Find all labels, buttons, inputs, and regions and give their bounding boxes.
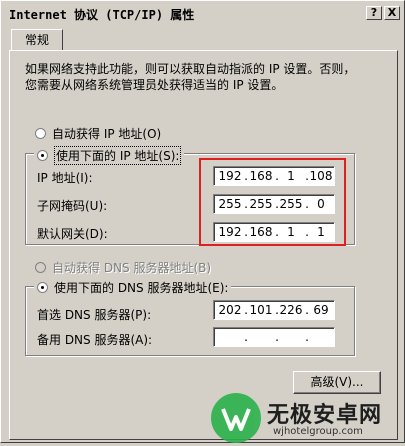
octet: 202 [218, 303, 242, 317]
intro-line-2: 您需要从网络系统管理员处获得适当的 IP 设置。 [25, 78, 284, 92]
octet-dot: . [275, 330, 279, 344]
window-title: Internet 协议 (TCP/IP) 属性 [9, 8, 195, 22]
octet: 255 [218, 197, 242, 211]
intro-text: 如果网络支持此功能，则可以获取自动指派的 IP 设置。否则， 您需要从网络系统管… [25, 61, 375, 93]
octet: 192 [218, 225, 242, 239]
watermark: 无极安卓网 wjhotelgroup.com [211, 393, 405, 444]
octet: 1 [317, 225, 325, 239]
octet: 108 [309, 169, 333, 183]
help-icon[interactable]: ? [366, 6, 382, 20]
octet: 192 [218, 169, 242, 183]
tab-strip: 常规 [1, 26, 405, 51]
octet: 101 [249, 303, 273, 317]
octet: 255 [279, 197, 303, 211]
subnet-mask-label: 子网掩码(U): [37, 199, 108, 213]
radio-checked-icon [37, 282, 48, 293]
octet: 226 [279, 303, 303, 317]
manual-dns-radio[interactable]: 使用下面的 DNS 服务器地址(E): [34, 279, 232, 296]
octet: 168 [249, 225, 273, 239]
watermark-logo-icon [211, 393, 261, 443]
octet-dot: . [244, 330, 248, 344]
manual-ip-label: 使用下面的 IP 地址(S): [54, 146, 182, 165]
octet: 255 [249, 197, 273, 211]
default-gateway-label: 默认网关(D): [37, 227, 108, 241]
close-icon[interactable]: X [384, 6, 400, 20]
intro-line-1: 如果网络支持此功能，则可以获取自动指派的 IP 设置。否则， [25, 62, 356, 76]
default-gateway-field[interactable]: 192 . 168 . 1 . 1 [213, 222, 335, 242]
auto-dns-label: 自动获得 DNS 服务器地址(B) [52, 261, 212, 275]
subnet-mask-field[interactable]: 255 . 255 . 255 . 0 [213, 194, 335, 214]
watermark-url: wjhotelgroup.com [273, 426, 363, 437]
octet: 168 [249, 169, 273, 183]
tab-general[interactable]: 常规 [11, 29, 63, 51]
auto-ip-label: 自动获得 IP 地址(O) [52, 127, 162, 141]
radio-checked-icon [37, 150, 48, 161]
watermark-name: 无极安卓网 [267, 403, 383, 428]
manual-dns-label: 使用下面的 DNS 服务器地址(E): [54, 281, 229, 295]
octet: 1 [287, 225, 295, 239]
octet-dot: . [305, 330, 309, 344]
auto-ip-radio[interactable]: 自动获得 IP 地址(O) [35, 125, 161, 142]
alternate-dns-label: 备用 DNS 服务器(A): [37, 333, 153, 347]
preferred-dns-field[interactable]: 202 . 101 . 226 . 69 [213, 300, 335, 320]
octet: 69 [313, 303, 329, 317]
preferred-dns-label: 首选 DNS 服务器(P): [37, 308, 152, 322]
octet: 1 [287, 169, 295, 183]
manual-ip-radio[interactable]: 使用下面的 IP 地址(S): [34, 146, 185, 165]
auto-dns-radio[interactable]: 自动获得 DNS 服务器地址(B) [35, 259, 211, 276]
ip-address-field[interactable]: 192 . 168 . 1 . 108 [213, 166, 335, 186]
ip-address-label: IP 地址(I): [37, 171, 93, 185]
title-bar: Internet 协议 (TCP/IP) 属性 ? X [3, 3, 404, 23]
advanced-button[interactable]: 高级(V)... [293, 371, 381, 394]
tcpip-properties-dialog: Internet 协议 (TCP/IP) 属性 ? X 常规 如果网络支持此功能… [0, 0, 405, 443]
octet: 0 [317, 197, 325, 211]
alternate-dns-field[interactable]: . . . [213, 327, 335, 347]
radio-icon [35, 262, 46, 273]
radio-icon [35, 128, 46, 139]
